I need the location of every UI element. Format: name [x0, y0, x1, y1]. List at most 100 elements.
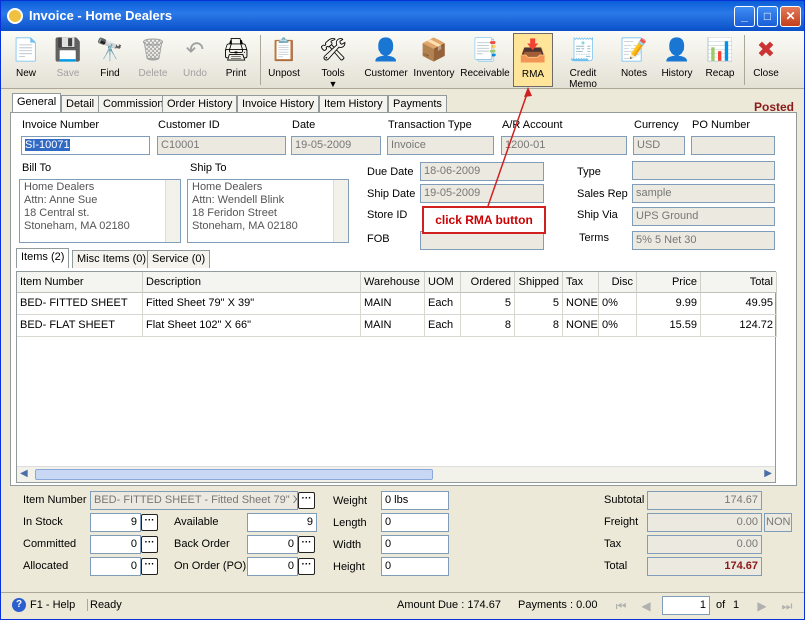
- ship-via-field[interactable]: UPS Ground: [632, 207, 775, 226]
- in-stock-lookup-button[interactable]: ···: [141, 514, 158, 531]
- freight-field[interactable]: 0.00: [647, 513, 762, 532]
- maximize-button[interactable]: □: [757, 6, 778, 27]
- delete-button[interactable]: 🗑 Delete: [133, 33, 173, 87]
- history-button[interactable]: 👤 History: [657, 33, 697, 87]
- column-header[interactable]: Warehouse: [361, 272, 425, 293]
- available-field[interactable]: 9: [247, 513, 317, 532]
- customer-id-field[interactable]: C10001: [157, 136, 286, 155]
- receivable-icon: 📑: [471, 37, 499, 62]
- length-field[interactable]: 0: [381, 513, 449, 532]
- item-lookup-button[interactable]: ···: [298, 492, 315, 509]
- back-order-lookup-button[interactable]: ···: [298, 536, 315, 553]
- cell: MAIN: [361, 293, 425, 315]
- title-bar: Invoice - Home Dealers _ □ ✕: [1, 1, 804, 31]
- column-header[interactable]: Item Number: [17, 272, 143, 293]
- tab-order-history[interactable]: Order History: [162, 95, 238, 113]
- tab-service[interactable]: Service (0): [147, 250, 211, 268]
- width-field[interactable]: 0: [381, 535, 449, 554]
- sales-rep-field[interactable]: sample: [632, 184, 775, 203]
- undo-button[interactable]: ↶ Undo: [176, 33, 214, 87]
- help-icon[interactable]: ?: [12, 598, 26, 612]
- print-button[interactable]: 🖨 Print: [217, 33, 255, 87]
- tab-misc-items[interactable]: Misc Items (0): [72, 250, 152, 268]
- cell: Fitted Sheet 79" X 39": [143, 293, 361, 315]
- invoice-number-field[interactable]: SI-10071: [21, 136, 150, 155]
- credit-memo-button[interactable]: 🧾 Credit Memo: [555, 33, 611, 90]
- toolbar-separator: [744, 35, 745, 85]
- scroll-thumb[interactable]: [35, 469, 433, 480]
- unpost-button[interactable]: 📋 Unpost: [265, 33, 303, 87]
- scroll-left-icon[interactable]: ◀: [20, 468, 28, 479]
- due-date-field[interactable]: 18-06-2009: [420, 162, 544, 181]
- printer-icon: 🖨: [222, 37, 250, 62]
- tab-commission[interactable]: Commission: [98, 95, 169, 113]
- ship-to-address[interactable]: Home Dealers Attn: Wendell Blink 18 Feri…: [187, 179, 349, 243]
- last-record-icon[interactable]: ⏭: [778, 597, 796, 615]
- column-header[interactable]: Shipped: [515, 272, 563, 293]
- save-button[interactable]: 💾 Save: [49, 33, 87, 87]
- ship-to-label: Ship To: [190, 162, 227, 174]
- ship-to-scrollbar[interactable]: [333, 180, 348, 242]
- close-window-button[interactable]: ✕: [780, 6, 801, 27]
- invoice-number-value: SI-10071: [25, 139, 70, 151]
- terms-field[interactable]: 5% 5 Net 30: [632, 231, 775, 250]
- column-header[interactable]: Price: [637, 272, 701, 293]
- notes-button[interactable]: 📝 Notes: [615, 33, 653, 87]
- tab-invoice-history[interactable]: Invoice History: [237, 95, 320, 113]
- grid-horizontal-scrollbar[interactable]: ◀ ▶: [17, 466, 775, 482]
- next-record-icon[interactable]: ▶: [753, 597, 771, 615]
- tab-item-history[interactable]: Item History: [319, 95, 388, 113]
- column-header[interactable]: Total: [701, 272, 777, 293]
- close-button[interactable]: ✖ Close: [747, 33, 785, 87]
- cell: Each: [425, 315, 461, 337]
- committed-lookup-button[interactable]: ···: [141, 536, 158, 553]
- tools-button[interactable]: 🛠▼ Tools: [307, 33, 359, 89]
- date-field[interactable]: 19-05-2009: [291, 136, 381, 155]
- currency-field[interactable]: USD: [633, 136, 685, 155]
- cell: Each: [425, 293, 461, 315]
- on-order-lookup-button[interactable]: ···: [298, 558, 315, 575]
- tab-items[interactable]: Items (2): [16, 248, 70, 268]
- column-header[interactable]: Disc: [599, 272, 637, 293]
- cell: 5: [515, 293, 563, 315]
- find-button[interactable]: 🔭 Find: [91, 33, 129, 87]
- cell: 0%: [599, 315, 637, 337]
- allocated-field[interactable]: 0: [90, 557, 141, 576]
- in-stock-field[interactable]: 9: [90, 513, 141, 532]
- first-record-icon[interactable]: ⏮: [612, 597, 630, 615]
- scroll-right-icon[interactable]: ▶: [764, 468, 772, 479]
- inventory-button[interactable]: 📦 Inventory: [411, 33, 457, 87]
- tab-general[interactable]: General: [12, 93, 62, 113]
- column-header[interactable]: UOM: [425, 272, 461, 293]
- freight-tax-field[interactable]: NON: [764, 513, 792, 532]
- po-number-field[interactable]: [691, 136, 775, 155]
- committed-field[interactable]: 0: [90, 535, 141, 554]
- rma-button[interactable]: 📥 RMA: [513, 33, 553, 87]
- bill-to-scrollbar[interactable]: [165, 180, 180, 242]
- ship-date-field[interactable]: 19-05-2009: [420, 184, 544, 203]
- fob-label: FOB: [367, 233, 390, 245]
- tab-payments[interactable]: Payments: [388, 95, 447, 113]
- recap-button[interactable]: 📊 Recap: [701, 33, 739, 87]
- customer-button[interactable]: 👤 Customer: [363, 33, 409, 87]
- column-header[interactable]: Ordered: [461, 272, 515, 293]
- minimize-button[interactable]: _: [734, 6, 755, 27]
- tab-detail[interactable]: Detail: [61, 95, 100, 113]
- on-order-field[interactable]: 0: [247, 557, 298, 576]
- back-order-field[interactable]: 0: [247, 535, 298, 554]
- previous-record-icon[interactable]: ◀: [637, 597, 655, 615]
- height-field[interactable]: 0: [381, 557, 449, 576]
- transaction-type-field[interactable]: Invoice: [387, 136, 494, 155]
- column-header[interactable]: Tax: [563, 272, 599, 293]
- weight-field[interactable]: 0 lbs: [381, 491, 449, 510]
- column-header[interactable]: Description: [143, 272, 361, 293]
- page-number-field[interactable]: 1: [662, 596, 710, 615]
- type-field[interactable]: [632, 161, 775, 180]
- ar-account-field[interactable]: 1200-01: [501, 136, 627, 155]
- bill-to-address[interactable]: Home Dealers Attn: Anne Sue 18 Central s…: [19, 179, 181, 243]
- help-label[interactable]: F1 - Help: [30, 599, 75, 611]
- new-button[interactable]: 📄 New: [7, 33, 45, 87]
- item-number-field[interactable]: BED- FITTED SHEET - Fitted Sheet 79" X 3…: [90, 491, 298, 510]
- allocated-lookup-button[interactable]: ···: [141, 558, 158, 575]
- receivable-button[interactable]: 📑 Receivable: [459, 33, 511, 87]
